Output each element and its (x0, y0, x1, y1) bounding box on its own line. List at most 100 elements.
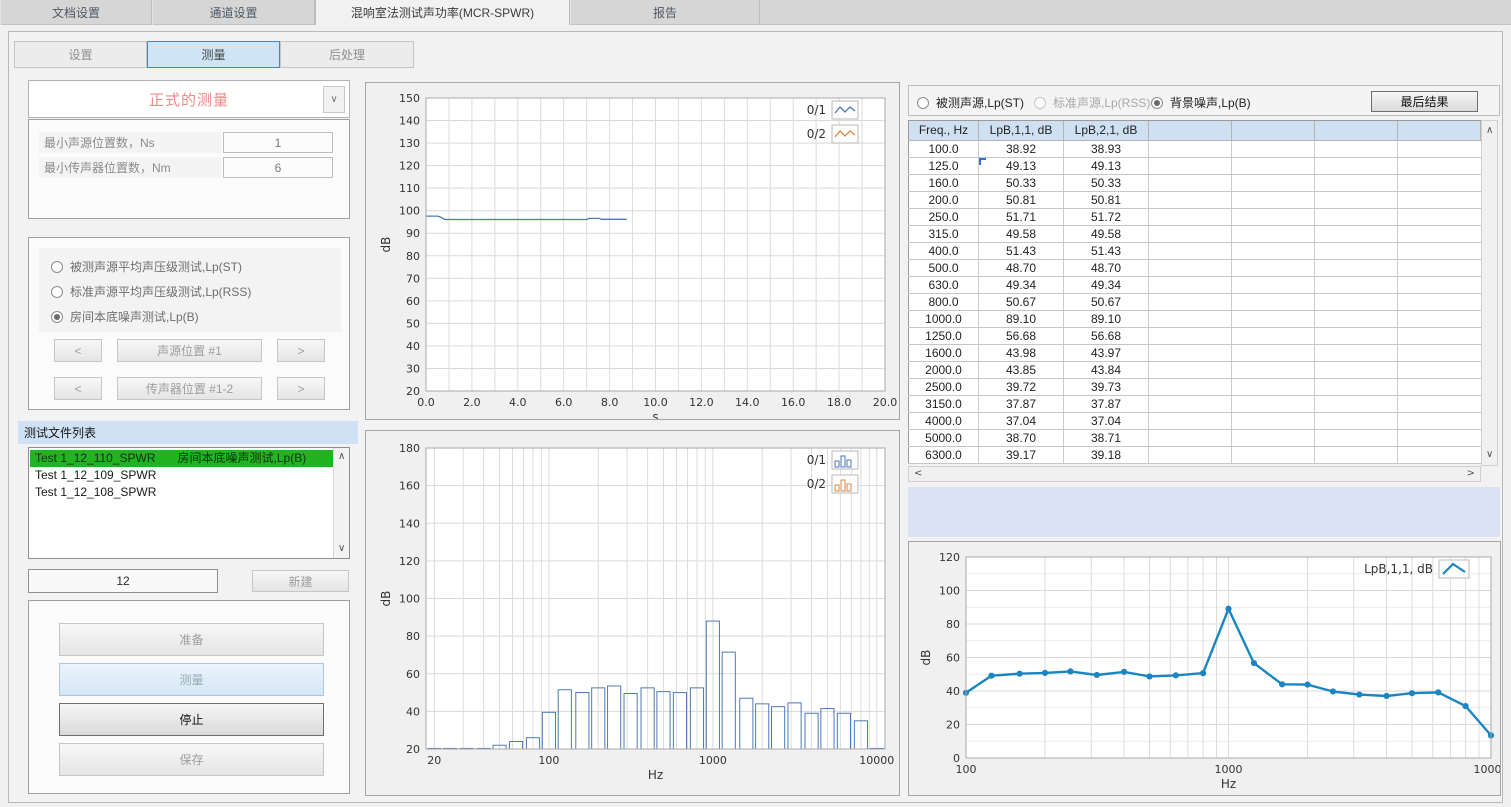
table-cell[interactable]: 56.68 (1064, 327, 1149, 344)
radio-result-lp-st[interactable]: 被测声源,Lp(ST) (917, 94, 1024, 111)
table-cell[interactable] (1398, 395, 1481, 412)
table-cell[interactable]: 39.73 (1064, 378, 1149, 395)
table-cell[interactable]: 400.0 (909, 242, 979, 259)
measure-button[interactable]: 测量 (59, 663, 324, 696)
table-cell[interactable] (1149, 242, 1232, 259)
radio-lp-st[interactable]: 被测声源平均声压级测试,Lp(ST) (51, 258, 242, 275)
table-cell[interactable]: 39.18 (1064, 446, 1149, 463)
new-test-button[interactable]: 新建 (252, 570, 349, 592)
table-cell[interactable]: 125.0 (909, 157, 979, 174)
radio-result-lp-b[interactable]: 背景噪声,Lp(B) (1151, 94, 1251, 111)
table-cell[interactable]: 50.81 (979, 191, 1064, 208)
subtab-measure[interactable]: 测量 (147, 41, 280, 68)
table-cell[interactable] (1232, 395, 1315, 412)
table-cell[interactable] (1315, 157, 1398, 174)
table-cell[interactable]: 48.70 (979, 259, 1064, 276)
table-cell[interactable]: 38.71 (1064, 429, 1149, 446)
source-prev-button[interactable]: < (54, 339, 102, 362)
table-cell[interactable] (1398, 140, 1481, 157)
table-cell[interactable]: 4000.0 (909, 412, 979, 429)
prepare-button[interactable]: 准备 (59, 623, 324, 656)
radio-result-lp-rss[interactable]: 标准声源,Lp(RSS) (1034, 94, 1150, 111)
table-header-cell[interactable] (1398, 121, 1481, 140)
table-vscrollbar[interactable]: ∧ ∨ (1481, 120, 1498, 466)
table-cell[interactable]: 49.13 (1064, 157, 1149, 174)
table-cell[interactable]: 1600.0 (909, 344, 979, 361)
list-item[interactable]: Test 1_12_108_SPWR (30, 484, 333, 501)
table-cell[interactable] (1315, 225, 1398, 242)
table-cell[interactable] (1315, 395, 1398, 412)
table-cell[interactable] (1232, 174, 1315, 191)
table-cell[interactable]: 48.70 (1064, 259, 1149, 276)
table-cell[interactable]: 43.98 (979, 344, 1064, 361)
table-cell[interactable] (1149, 140, 1232, 157)
table-cell[interactable]: 56.68 (979, 327, 1064, 344)
table-cell[interactable]: 630.0 (909, 276, 979, 293)
table-cell[interactable]: 50.67 (979, 293, 1064, 310)
min-source-positions-input[interactable]: 1 (223, 132, 333, 153)
table-cell[interactable] (1315, 140, 1398, 157)
table-cell[interactable] (1149, 395, 1232, 412)
table-cell[interactable] (1149, 361, 1232, 378)
table-cell[interactable] (1232, 225, 1315, 242)
tab-report[interactable]: 报告 (570, 0, 760, 25)
table-cell[interactable] (1149, 174, 1232, 191)
table-cell[interactable]: 51.71 (979, 208, 1064, 225)
table-cell[interactable] (1232, 310, 1315, 327)
table-cell[interactable]: 38.93 (1064, 140, 1149, 157)
scroll-right-icon[interactable]: > (1467, 469, 1475, 479)
table-cell[interactable] (1398, 429, 1481, 446)
scroll-up-icon[interactable]: ∧ (1486, 126, 1493, 136)
table-cell[interactable] (1315, 293, 1398, 310)
radio-lp-b[interactable]: 房间本底噪声测试,Lp(B) (51, 308, 199, 325)
table-cell[interactable] (1315, 276, 1398, 293)
table-cell[interactable] (1398, 378, 1481, 395)
table-cell[interactable] (1149, 276, 1232, 293)
tab-mcr-spwr[interactable]: 混响室法测试声功率(MCR-SPWR) (315, 0, 570, 25)
table-cell[interactable] (1398, 208, 1481, 225)
table-cell[interactable] (1398, 446, 1481, 463)
table-cell[interactable]: 37.87 (1064, 395, 1149, 412)
table-cell[interactable] (1149, 225, 1232, 242)
table-cell[interactable] (1398, 191, 1481, 208)
table-cell[interactable]: 50.33 (1064, 174, 1149, 191)
table-header-cell[interactable]: LpB,1,1, dB (979, 121, 1064, 140)
table-cell[interactable] (1149, 429, 1232, 446)
table-cell[interactable]: 315.0 (909, 225, 979, 242)
table-cell[interactable] (1149, 157, 1232, 174)
table-header-cell[interactable] (1315, 121, 1398, 140)
test-counter-button[interactable]: 12 (28, 569, 218, 593)
table-cell[interactable]: 3150.0 (909, 395, 979, 412)
scroll-down-icon[interactable]: ∨ (338, 544, 345, 554)
table-cell[interactable]: 50.81 (1064, 191, 1149, 208)
table-cell[interactable] (1232, 446, 1315, 463)
table-cell[interactable] (1398, 276, 1481, 293)
table-cell[interactable] (1232, 412, 1315, 429)
table-cell[interactable]: 1000.0 (909, 310, 979, 327)
table-cell[interactable]: 250.0 (909, 208, 979, 225)
table-cell[interactable]: 6300.0 (909, 446, 979, 463)
table-cell[interactable] (1232, 429, 1315, 446)
table-cell[interactable]: 2000.0 (909, 361, 979, 378)
table-cell[interactable] (1149, 310, 1232, 327)
table-cell[interactable] (1315, 191, 1398, 208)
table-cell[interactable] (1149, 378, 1232, 395)
save-button[interactable]: 保存 (59, 743, 324, 776)
table-cell[interactable] (1315, 174, 1398, 191)
stop-button[interactable]: 停止 (59, 703, 324, 736)
table-cell[interactable] (1398, 412, 1481, 429)
table-cell[interactable] (1315, 208, 1398, 225)
subtab-postprocess[interactable]: 后处理 (280, 41, 414, 68)
table-header-cell[interactable]: LpB,2,1, dB (1064, 121, 1149, 140)
tab-channel-settings[interactable]: 通道设置 (152, 0, 315, 25)
table-cell[interactable] (1398, 361, 1481, 378)
table-cell[interactable] (1315, 378, 1398, 395)
table-cell[interactable]: 37.04 (979, 412, 1064, 429)
list-item[interactable]: Test 1_12_110_SPWR房间本底噪声测试,Lp(B) (30, 450, 333, 467)
table-cell[interactable] (1398, 225, 1481, 242)
table-header-cell[interactable]: Freq., Hz (909, 121, 979, 140)
table-cell[interactable]: 43.97 (1064, 344, 1149, 361)
table-cell[interactable]: 50.33 (979, 174, 1064, 191)
tab-document-settings[interactable]: 文档设置 (0, 0, 152, 25)
table-header-cell[interactable] (1149, 121, 1232, 140)
